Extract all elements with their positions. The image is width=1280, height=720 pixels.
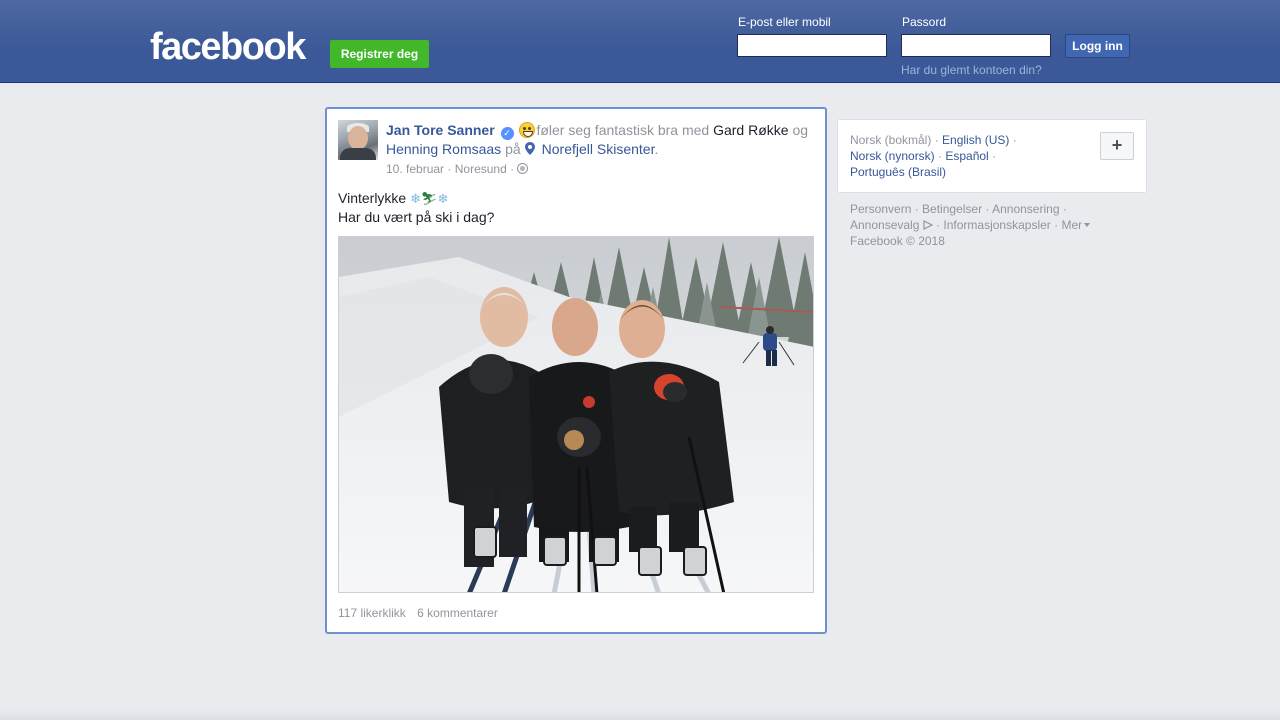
post-meta: 10. februar · Noresund · [386, 162, 529, 176]
login-button[interactable]: Logg inn [1065, 34, 1130, 58]
language-list: Norsk (bokmål) · English (US) · Norsk (n… [850, 133, 1017, 179]
tagged-person-link[interactable]: Gard Røkke [713, 122, 788, 138]
language-link[interactable]: Español [945, 149, 988, 163]
current-language: Norsk (bokmål) [850, 133, 932, 147]
author-avatar[interactable] [338, 120, 378, 160]
post-tally: 117 likerklikk 6 kommentarer [338, 606, 498, 620]
footer-link-more[interactable]: Mer [1061, 218, 1082, 232]
verified-badge-icon: ✓ [500, 127, 514, 140]
feeling-text: føler seg fantastisk bra med [536, 122, 710, 138]
footer-link-privacy[interactable]: Personvern [850, 202, 911, 216]
top-bar: facebook Registrer deg E-post eller mobi… [0, 0, 1280, 83]
place-link[interactable]: Norefjell Skisenter [542, 141, 655, 157]
post-date-link[interactable]: 10. februar [386, 162, 444, 176]
meta-separator: · [510, 162, 515, 176]
copyright-text: Facebook © 2018 [850, 234, 945, 248]
forgot-account-link[interactable]: Har du glemt kontoen din? [901, 63, 1042, 77]
ski-slope-photo [339, 237, 813, 592]
register-button[interactable]: Registrer deg [330, 40, 429, 68]
post-status-text: Vinterlykke ❄⛷❄ Har du vært på ski i dag… [338, 189, 494, 227]
footer-link-advertising[interactable]: Annonsering [992, 202, 1059, 216]
footer-link-adchoices[interactable]: Annonsevalg [850, 218, 919, 232]
facebook-logo[interactable]: facebook [150, 22, 306, 72]
language-link[interactable]: Português (Brasil) [850, 165, 946, 179]
post-card: Jan Tore Sanner ✓ føler seg fantastisk b… [325, 107, 827, 634]
footer-link-terms[interactable]: Betingelser [922, 202, 982, 216]
status-line: Har du vært på ski i dag? [338, 209, 495, 225]
place-suffix: . [654, 141, 659, 157]
caret-down-icon [1084, 223, 1091, 227]
language-selector-box: Norsk (bokmål) · English (US) · Norsk (n… [837, 119, 1147, 193]
post-location-link[interactable]: Noresund [455, 162, 507, 176]
at-text: på [505, 141, 521, 157]
adchoices-icon [923, 220, 933, 230]
comments-count-link[interactable]: 6 kommentarer [417, 606, 498, 620]
snowflake-icon: ❄ [410, 191, 422, 206]
and-text: og [792, 122, 809, 138]
likes-count-link[interactable]: 117 likerklikk [338, 606, 406, 620]
meta-separator: · [447, 162, 452, 176]
language-link[interactable]: Norsk (nynorsk) [850, 149, 935, 163]
author-name-link[interactable]: Jan Tore Sanner [386, 122, 495, 138]
snowflake-icon: ❄ [437, 191, 449, 206]
more-languages-button[interactable]: + [1100, 132, 1134, 160]
location-pin-icon [524, 142, 535, 155]
page-bottom-edge [0, 710, 1280, 720]
email-field[interactable] [737, 34, 887, 57]
language-link[interactable]: English (US) [942, 133, 1009, 147]
post-header: Jan Tore Sanner ✓ føler seg fantastisk b… [386, 121, 816, 159]
skier-icon: ⛷ [421, 191, 438, 206]
status-line: Vinterlykke [338, 190, 407, 206]
email-label: E-post eller mobil [738, 15, 831, 29]
password-label: Passord [902, 15, 947, 29]
footer-link-cookies[interactable]: Informasjonskapsler [943, 218, 1050, 232]
grinning-emoji-icon [519, 122, 536, 138]
post-photo[interactable] [338, 236, 814, 593]
public-globe-icon[interactable] [517, 163, 529, 174]
password-field[interactable] [901, 34, 1051, 57]
footer-links: Personvern · Betingelser · Annonsering ·… [850, 201, 1110, 249]
tagged-person-link[interactable]: Henning Romsaas [386, 141, 501, 157]
